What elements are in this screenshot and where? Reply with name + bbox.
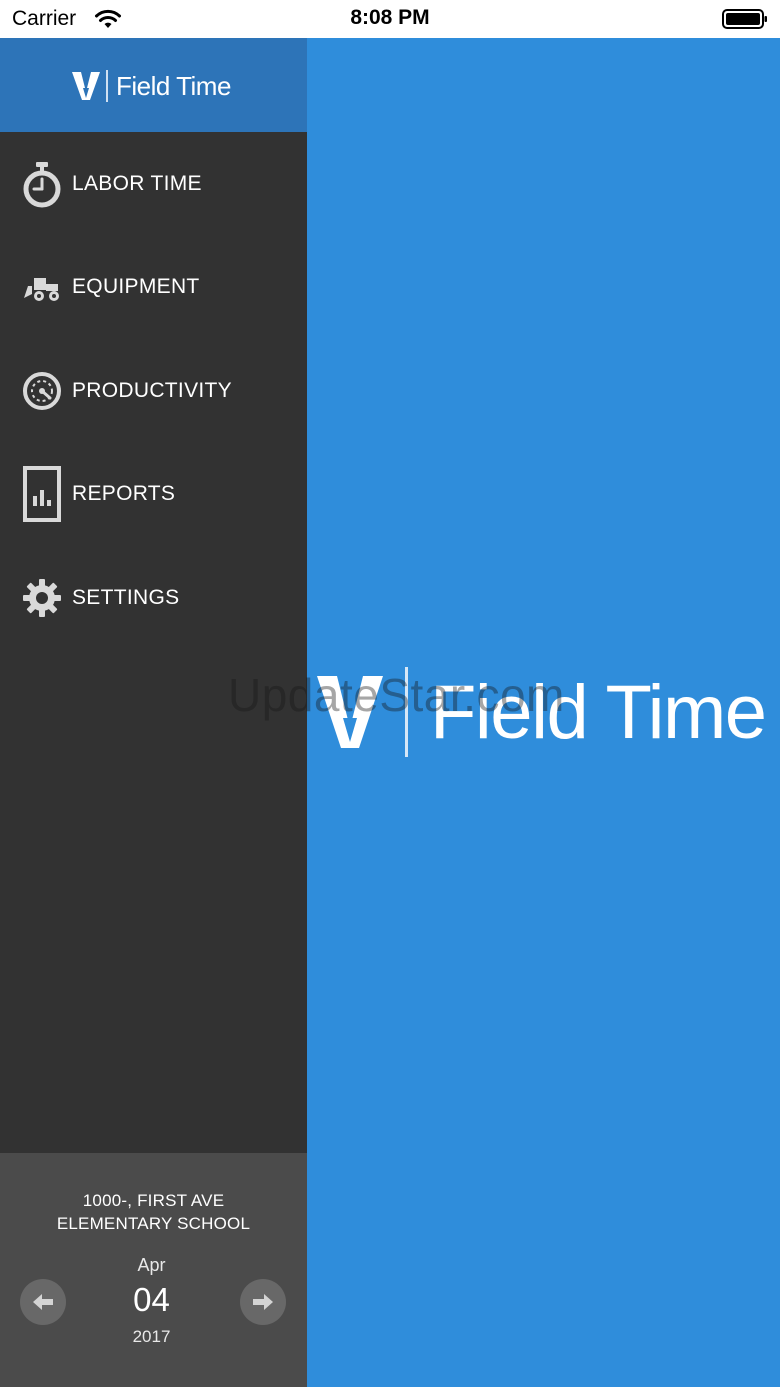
nav-menu: LABOR TIME EQUIPMENT PRODUCTIVITY REPORT… xyxy=(0,132,307,650)
nav-item-productivity[interactable]: PRODUCTIVITY xyxy=(0,339,307,443)
job-name-line2[interactable]: ELEMENTARY SCHOOL xyxy=(0,1214,307,1234)
bulldozer-icon xyxy=(21,263,63,311)
battery-icon xyxy=(722,9,767,29)
nav-label: SETTINGS xyxy=(72,585,180,609)
stopwatch-icon xyxy=(21,160,63,208)
status-bar: Carrier 8:08 PM xyxy=(0,0,780,38)
bar-chart-icon xyxy=(21,466,63,523)
watermark-text: UpdateStar.com xyxy=(228,669,565,721)
logo-divider xyxy=(106,70,108,102)
date-month: Apr xyxy=(137,1255,166,1275)
brand-name: Field Time xyxy=(116,70,231,101)
clock-time: 8:08 PM xyxy=(350,6,430,29)
nav-label: PRODUCTIVITY xyxy=(72,378,232,402)
nav-item-equipment[interactable]: EQUIPMENT xyxy=(0,236,307,340)
gauge-icon xyxy=(21,367,63,415)
drawer-header: Field Time xyxy=(0,38,307,132)
job-name-line1[interactable]: 1000-, FIRST AVE xyxy=(0,1191,307,1211)
nav-label: REPORTS xyxy=(72,482,176,506)
nav-item-settings[interactable]: SETTINGS xyxy=(0,546,307,650)
arrow-right-icon xyxy=(253,1294,273,1310)
gear-icon xyxy=(21,574,63,622)
brand-logo: Field Time xyxy=(72,66,231,106)
nav-label: EQUIPMENT xyxy=(72,275,200,299)
job-date-panel: 1000-, FIRST AVE ELEMENTARY SCHOOL Apr 0… xyxy=(0,1153,307,1387)
v-logo-icon xyxy=(72,72,100,100)
date-year: 2017 xyxy=(132,1327,171,1346)
next-day-button[interactable] xyxy=(240,1279,286,1325)
nav-label: LABOR TIME xyxy=(72,171,202,195)
nav-item-reports[interactable]: REPORTS xyxy=(0,443,307,547)
nav-item-labor-time[interactable]: LABOR TIME xyxy=(0,132,307,236)
